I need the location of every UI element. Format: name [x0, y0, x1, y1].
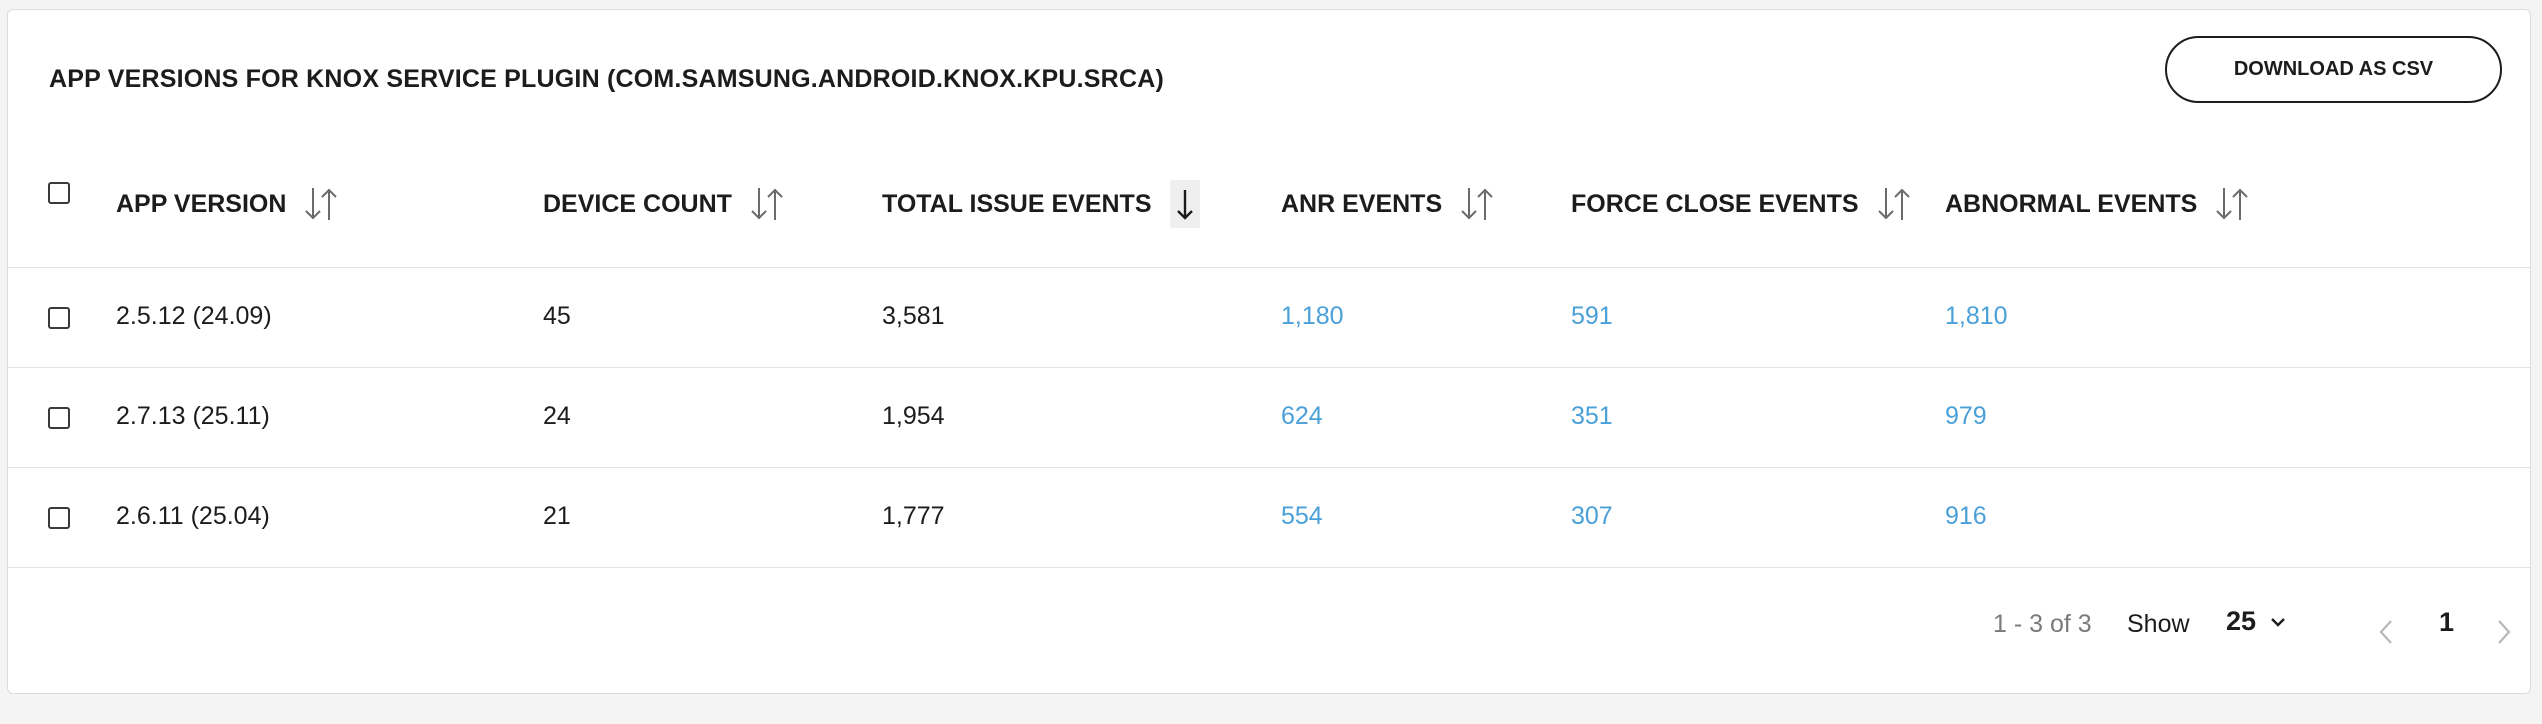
chevron-right-icon[interactable] [2495, 618, 2513, 651]
cell-app-version: 2.7.13 (25.11) [116, 402, 270, 430]
app-versions-card: APP VERSIONS FOR KNOX SERVICE PLUGIN (CO… [7, 9, 2531, 694]
row-checkbox[interactable] [48, 407, 70, 429]
cell-device-count: 24 [543, 402, 571, 430]
column-header-label: ABNORMAL EVENTS [1945, 189, 2198, 218]
cell-force-close-events-link[interactable]: 591 [1571, 302, 1613, 331]
column-header-force-close-events[interactable]: FORCE CLOSE EVENTS [1571, 180, 1913, 228]
cell-app-version: 2.6.11 (25.04) [116, 502, 270, 530]
sort-arrows-icon[interactable] [1458, 180, 1496, 228]
cell-anr-events-link[interactable]: 1,180 [1281, 302, 1344, 331]
column-header-anr-events[interactable]: ANR EVENTS [1281, 180, 1496, 228]
table-header: APP VERSION DEVICE COUNT TOTAL ISSUE EVE… [8, 10, 2530, 268]
table-row: 2.6.11 (25.04) 21 1,777 554 307 916 [8, 468, 2530, 568]
cell-anr-events-link[interactable]: 554 [1281, 502, 1323, 531]
cell-abnormal-events-link[interactable]: 1,810 [1945, 302, 2008, 331]
table-row: 2.7.13 (25.11) 24 1,954 624 351 979 [8, 368, 2530, 468]
cell-total-issue-events: 1,777 [882, 502, 945, 530]
column-header-label: DEVICE COUNT [543, 189, 732, 218]
column-header-total-issue-events[interactable]: TOTAL ISSUE EVENTS [882, 180, 1200, 228]
sort-arrows-icon[interactable] [302, 180, 340, 228]
column-header-label: APP VERSION [116, 189, 287, 218]
cell-force-close-events-link[interactable]: 351 [1571, 402, 1613, 431]
column-header-device-count[interactable]: DEVICE COUNT [543, 180, 786, 228]
sort-arrows-icon[interactable] [748, 180, 786, 228]
chevron-down-icon [2270, 616, 2286, 628]
cell-total-issue-events: 3,581 [882, 302, 945, 330]
sort-arrows-icon[interactable] [2213, 180, 2251, 228]
column-header-label: TOTAL ISSUE EVENTS [882, 189, 1152, 218]
page-size-value: 25 [2226, 606, 2257, 636]
column-header-label: ANR EVENTS [1281, 189, 1443, 218]
cell-anr-events-link[interactable]: 624 [1281, 402, 1323, 431]
sort-down-icon[interactable] [1169, 180, 1200, 228]
page-size-select[interactable]: 25 [2226, 606, 2286, 637]
select-all-checkbox[interactable] [48, 182, 70, 204]
page-size-label: Show [2127, 610, 2190, 638]
row-checkbox[interactable] [48, 507, 70, 529]
table-row: 2.5.12 (24.09) 45 3,581 1,180 591 1,810 [8, 268, 2530, 368]
chevron-left-icon[interactable] [2377, 618, 2395, 651]
cell-app-version: 2.5.12 (24.09) [116, 302, 272, 330]
cell-force-close-events-link[interactable]: 307 [1571, 502, 1613, 531]
row-checkbox[interactable] [48, 307, 70, 329]
cell-abnormal-events-link[interactable]: 979 [1945, 402, 1987, 431]
cell-total-issue-events: 1,954 [882, 402, 945, 430]
cell-device-count: 45 [543, 302, 571, 330]
cell-device-count: 21 [543, 502, 571, 530]
column-header-abnormal-events[interactable]: ABNORMAL EVENTS [1945, 180, 2251, 228]
pagination-range: 1 - 3 of 3 [1993, 610, 2092, 638]
column-header-label: FORCE CLOSE EVENTS [1571, 189, 1859, 218]
sort-arrows-icon[interactable] [1875, 180, 1913, 228]
current-page-number[interactable]: 1 [2439, 607, 2454, 638]
cell-abnormal-events-link[interactable]: 916 [1945, 502, 1987, 531]
column-header-app-version[interactable]: APP VERSION [116, 180, 340, 228]
